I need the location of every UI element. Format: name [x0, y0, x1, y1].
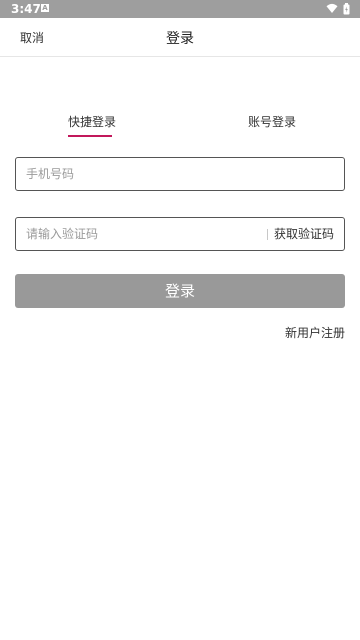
divider	[267, 229, 268, 240]
register-link[interactable]: 新用户注册	[285, 324, 345, 341]
get-code-button[interactable]: 获取验证码	[274, 227, 334, 241]
notification-icon: A	[41, 4, 49, 12]
verification-code-field: 获取验证码	[15, 217, 345, 251]
phone-field	[15, 157, 345, 191]
tab-account-login[interactable]: 账号登录	[248, 113, 296, 130]
verification-code-input[interactable]	[26, 218, 246, 250]
status-time: 3:47	[11, 2, 41, 16]
page-title: 登录	[166, 31, 194, 47]
wifi-icon	[326, 3, 338, 13]
phone-input[interactable]	[26, 158, 246, 190]
login-button[interactable]: 登录	[15, 274, 345, 308]
tab-quick-login[interactable]: 快捷登录	[68, 113, 116, 130]
status-bar: 3:47 A	[0, 0, 360, 18]
battery-icon	[343, 3, 350, 15]
active-tab-indicator	[68, 135, 112, 137]
top-bar: 取消 登录	[0, 18, 360, 57]
